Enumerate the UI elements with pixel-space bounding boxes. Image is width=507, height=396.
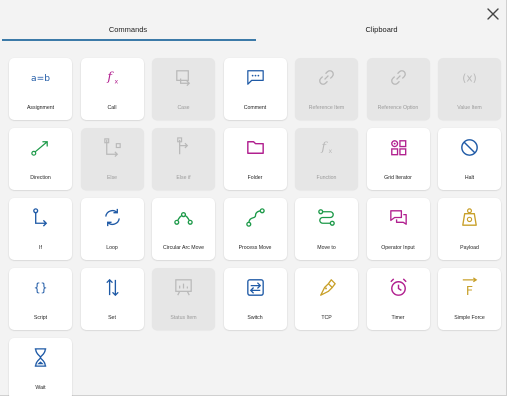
command-label: Set xyxy=(108,315,116,321)
command-tile-else: Else xyxy=(80,128,144,190)
command-tile-switch[interactable]: Switch xyxy=(223,268,287,330)
command-tile-reference-option: Reference Option xyxy=(366,58,430,120)
command-tile-tcp[interactable]: TCP xyxy=(295,268,358,330)
payload-icon xyxy=(458,206,481,229)
command-label: Assignment xyxy=(26,105,55,111)
command-tile-operator-input[interactable]: Operator Input xyxy=(366,198,430,260)
command-label: TCP xyxy=(321,315,332,321)
command-tile-if[interactable]: If xyxy=(9,198,72,260)
command-label: Value Item xyxy=(457,105,482,111)
command-label: Folder xyxy=(247,175,263,181)
grid-iterator-icon xyxy=(387,136,410,159)
svg-text:F: F xyxy=(466,283,473,298)
command-tile-halt[interactable]: Halt xyxy=(438,128,501,190)
arc-move-icon xyxy=(172,206,195,229)
command-label: Wait xyxy=(35,385,46,391)
command-label: Grid Iterator xyxy=(384,175,412,181)
command-label: If xyxy=(39,245,42,251)
command-label: Direction xyxy=(30,175,51,181)
command-tile-assignment[interactable]: a=b Assignment xyxy=(9,58,72,120)
command-tile-script[interactable]: {} Script xyxy=(9,268,72,330)
svg-text:x: x xyxy=(114,78,118,85)
hourglass-icon xyxy=(29,346,52,369)
command-tile-reference-item: Reference Item xyxy=(295,58,358,120)
command-label: Status Item xyxy=(170,315,197,321)
timer-icon xyxy=(387,276,410,299)
move-to-icon xyxy=(315,206,338,229)
operator-input-icon xyxy=(387,206,410,229)
command-label: Payload xyxy=(460,245,479,251)
direction-icon xyxy=(29,136,52,159)
switch-icon xyxy=(244,276,267,299)
command-tile-circular-arc-move[interactable]: Circular Arc Move xyxy=(152,198,215,260)
command-label: Switch xyxy=(247,315,263,321)
command-label: Simple Force xyxy=(454,315,485,321)
svg-text:f: f xyxy=(320,138,328,153)
command-label: Script xyxy=(33,315,48,321)
command-label: Circular Arc Move xyxy=(163,245,204,251)
command-tile-process-move[interactable]: Process Move xyxy=(223,198,287,260)
comment-icon xyxy=(244,66,267,89)
command-tile-folder[interactable]: Folder xyxy=(223,128,287,190)
command-tile-payload[interactable]: Payload xyxy=(438,198,501,260)
command-tile-else-if: Else if xyxy=(152,128,215,190)
command-tile-comment[interactable]: Comment xyxy=(223,58,287,120)
function-icon: fx xyxy=(101,66,124,89)
command-label: Case xyxy=(177,105,190,111)
command-label: Function xyxy=(316,175,337,181)
command-label: Call xyxy=(107,105,117,111)
status-icon xyxy=(172,276,195,299)
commands-dialog: Commands Clipboard a=b Assignment f x Call Ca… xyxy=(0,0,507,396)
set-icon xyxy=(101,276,124,299)
command-label: Halt xyxy=(464,175,475,181)
command-tile-set[interactable]: Set xyxy=(80,268,144,330)
folder-icon xyxy=(244,136,267,159)
command-tile-simple-force[interactable]: F Simple Force xyxy=(438,268,501,330)
svg-text:f: f xyxy=(106,68,114,83)
command-label: Reference Item xyxy=(308,105,345,111)
force-icon: F xyxy=(458,276,481,299)
command-tile-value-item: (x) Value Item xyxy=(438,58,501,120)
link-icon xyxy=(315,66,338,89)
case-icon xyxy=(172,66,195,89)
tab-clipboard[interactable]: Clipboard xyxy=(256,18,507,42)
command-tile-move-to[interactable]: Move to xyxy=(295,198,358,260)
command-tile-loop[interactable]: Loop xyxy=(80,198,144,260)
command-label: Operator Input xyxy=(381,245,415,251)
process-move-icon xyxy=(244,206,267,229)
command-label: Comment xyxy=(243,105,267,111)
script-icon: {} xyxy=(29,276,52,299)
tcp-icon xyxy=(315,276,338,299)
link-icon xyxy=(387,66,410,89)
command-tile-status-item: Status Item xyxy=(152,268,215,330)
command-label: Process Move xyxy=(238,245,272,251)
svg-text:{}: {} xyxy=(34,280,48,294)
function-icon: fx xyxy=(315,136,338,159)
command-tile-timer[interactable]: Timer xyxy=(366,268,430,330)
command-label: Timer xyxy=(391,315,405,321)
halt-icon xyxy=(458,136,481,159)
command-label: Reference Option xyxy=(377,105,419,111)
command-tile-case: Case xyxy=(152,58,215,120)
variable-icon: (x) xyxy=(458,66,481,89)
svg-text:a=b: a=b xyxy=(31,74,50,84)
command-tile-call[interactable]: f x Call xyxy=(80,58,144,120)
svg-text:x: x xyxy=(328,148,332,155)
else-if-icon xyxy=(172,136,195,159)
command-label: Loop xyxy=(106,245,118,251)
svg-text:(x): (x) xyxy=(462,72,476,84)
assignment-icon: a=b xyxy=(29,66,52,89)
command-tile-wait[interactable]: Wait xyxy=(9,338,72,396)
else-icon xyxy=(101,136,124,159)
command-tile-function: f x Function xyxy=(295,128,358,190)
command-tile-grid-iterator[interactable]: Grid Iterator xyxy=(366,128,430,190)
command-label: Else if xyxy=(176,175,191,181)
loop-icon xyxy=(101,206,124,229)
command-label: Move to xyxy=(317,245,336,251)
if-icon xyxy=(29,206,52,229)
command-label: Else xyxy=(106,175,118,181)
active-tab-indicator xyxy=(2,39,256,41)
command-tile-direction[interactable]: Direction xyxy=(9,128,72,190)
